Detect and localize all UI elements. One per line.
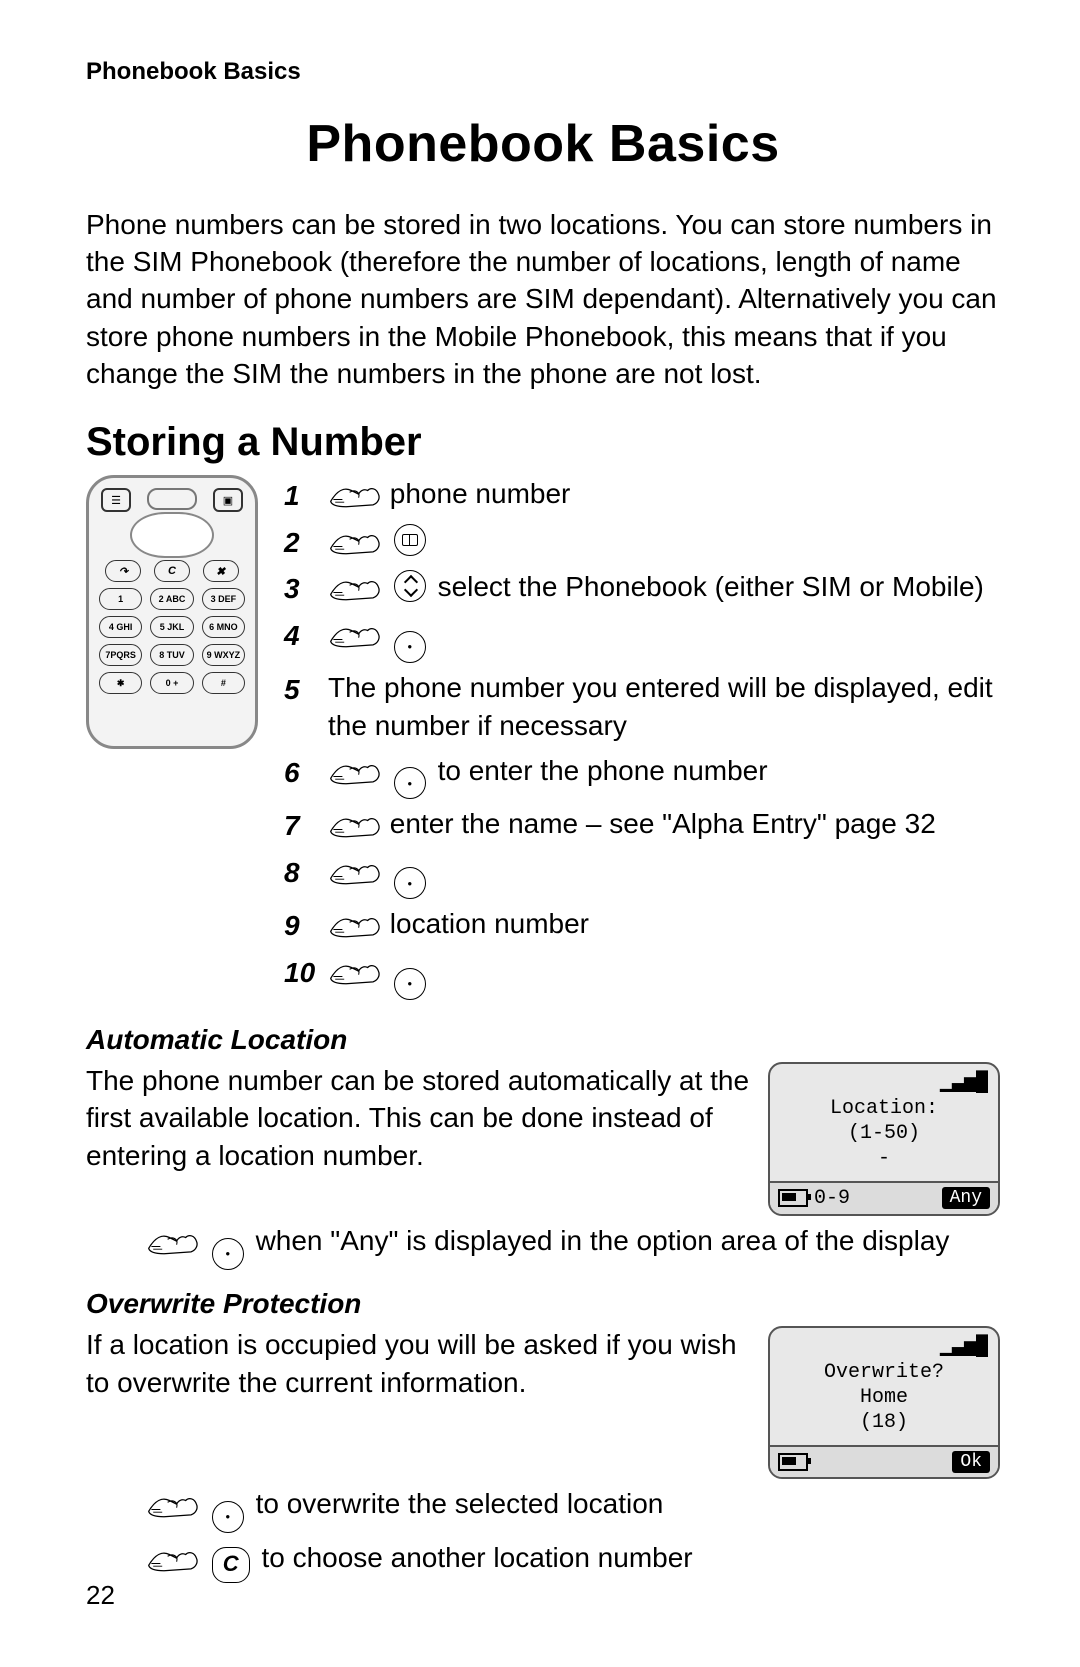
press-icon: [328, 811, 382, 839]
intro-paragraph: Phone numbers can be stored in two locat…: [86, 206, 1000, 392]
press-icon: [328, 911, 382, 939]
page-number: 22: [86, 1580, 115, 1611]
keypad-key: 5 JKL: [150, 616, 193, 638]
press-icon: [328, 481, 382, 509]
press-icon: [328, 858, 382, 886]
select-key-icon: [212, 1501, 244, 1533]
subsection-overwrite-protection: Overwrite Protection: [86, 1288, 1000, 1320]
overwrite-text: If a location is occupied you will be as…: [86, 1326, 750, 1402]
steps-list: 1 phone number 2 3 select the Phonebook …: [284, 475, 1000, 1005]
c-key-icon: C: [212, 1547, 250, 1583]
keypad-key: 3 DEF: [202, 588, 245, 610]
select-key-icon: [394, 631, 426, 663]
keypad-key: ✱: [99, 672, 142, 694]
keypad-key: 0 +: [150, 672, 193, 694]
select-key-icon: [394, 867, 426, 899]
battery-icon: [778, 1453, 808, 1471]
keypad-key: 6 MNO: [202, 616, 245, 638]
keypad-key: 1: [99, 588, 142, 610]
softkey-any: Any: [942, 1187, 990, 1209]
press-icon: [146, 1491, 200, 1519]
select-key-icon: [212, 1238, 244, 1270]
auto-location-instruction: when "Any" is displayed in the option ar…: [146, 1222, 1000, 1270]
phonebook-key-icon: [394, 524, 426, 556]
battery-icon: [778, 1189, 808, 1207]
select-key-icon: [394, 767, 426, 799]
keypad-key: 4 GHI: [99, 616, 142, 638]
subsection-automatic-location: Automatic Location: [86, 1024, 1000, 1056]
press-icon: [146, 1545, 200, 1573]
keypad-key: 7PQRS: [99, 644, 142, 666]
press-icon: [328, 574, 382, 602]
signal-icon: ▁▃▅█: [940, 1068, 988, 1094]
keypad-key: #: [202, 672, 245, 694]
phone-keypad-illustration: ☰▣ ↷C✖ 12 ABC3 DEF4 GHI5 JKL6 MNO7PQRS8 …: [86, 475, 258, 749]
keypad-key: 9 WXYZ: [202, 644, 245, 666]
select-key-icon: [394, 968, 426, 1000]
running-header: Phonebook Basics: [86, 58, 1000, 86]
press-icon: [328, 528, 382, 556]
lcd-location-screen: ▁▃▅█ Location:(1-50)- 0-9Any: [768, 1062, 1000, 1216]
lcd-overwrite-screen: ▁▃▅█ Overwrite?Home(18) Ok: [768, 1326, 1000, 1479]
auto-location-text: The phone number can be stored automatic…: [86, 1062, 750, 1175]
press-icon: [328, 621, 382, 649]
page-title: Phonebook Basics: [86, 114, 1000, 174]
signal-icon: ▁▃▅█: [940, 1332, 988, 1358]
press-icon: [328, 958, 382, 986]
press-icon: [146, 1228, 200, 1256]
section-storing-number: Storing a Number: [86, 420, 1000, 465]
nav-key-icon: [394, 570, 426, 602]
overwrite-instruction-a: to overwrite the selected location: [146, 1485, 1000, 1533]
press-icon: [328, 758, 382, 786]
keypad-key: 8 TUV: [150, 644, 193, 666]
overwrite-instruction-b: C to choose another location number: [146, 1539, 1000, 1583]
keypad-key: 2 ABC: [150, 588, 193, 610]
softkey-ok: Ok: [952, 1451, 990, 1473]
